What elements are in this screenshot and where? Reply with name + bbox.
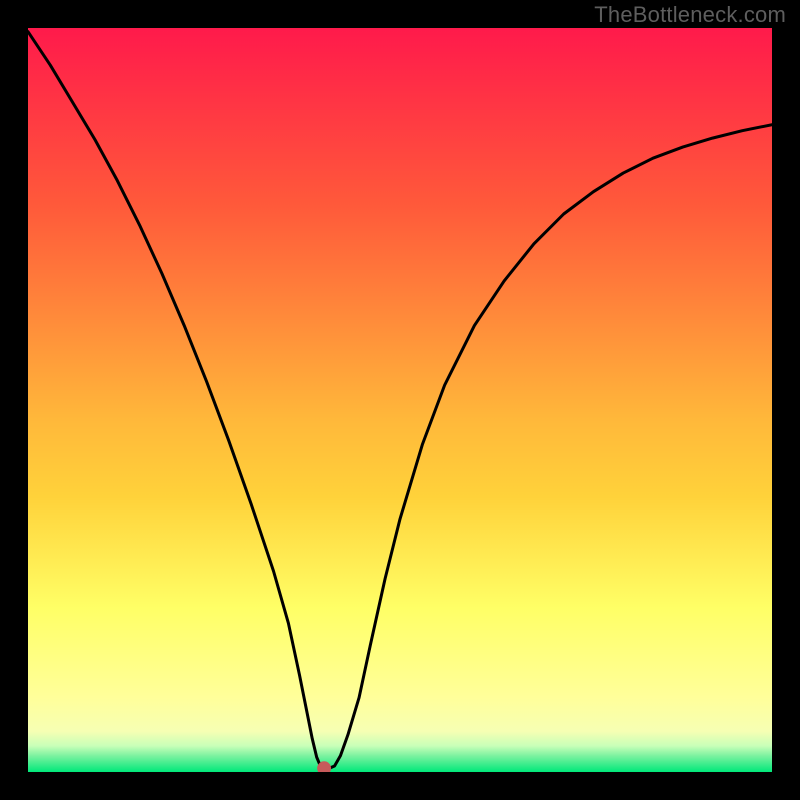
chart-outer-frame: TheBottleneck.com (0, 0, 800, 800)
chart-plot-area (28, 28, 772, 772)
chart-svg (28, 28, 772, 772)
watermark-text: TheBottleneck.com (594, 2, 786, 28)
chart-background-gradient (28, 28, 772, 772)
